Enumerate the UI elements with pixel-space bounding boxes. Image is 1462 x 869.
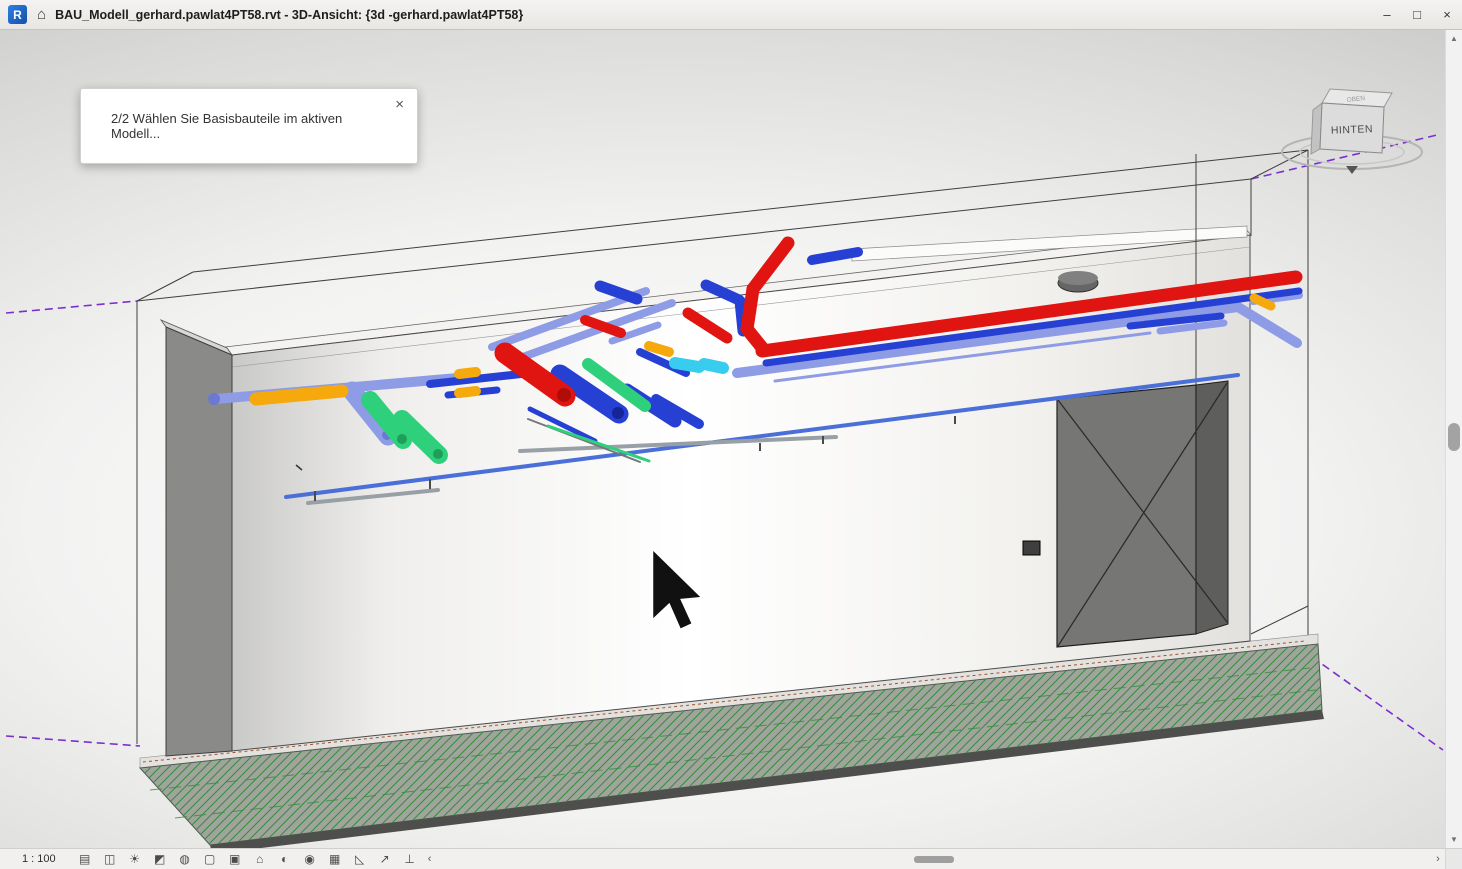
pipe-end (433, 449, 443, 459)
crop-view-icon[interactable]: ▢ (201, 853, 219, 865)
reveal-constraints-icon[interactable]: ⊥ (401, 853, 419, 865)
compass-pointer[interactable] (1346, 166, 1358, 174)
notification-close-icon[interactable]: × (395, 97, 404, 112)
junction-box[interactable] (1023, 541, 1040, 555)
vertical-scroll-thumb[interactable] (1448, 423, 1460, 451)
view-control-bar: 1 : 100 ▤ ◫ ☀ ◩ ◍ ▢ ▣ ⌂ ◐ ◉ ▦ ◺ ↗ ⊥ ‹ › (0, 848, 1462, 869)
vertical-scrollbar[interactable]: ▲ ▼ (1445, 30, 1462, 848)
temporary-hide-isolate-icon[interactable]: ◐ (276, 853, 294, 865)
displacement-sets-icon[interactable]: ↗ (376, 853, 394, 865)
close-button[interactable]: × (1432, 0, 1462, 29)
pipe-end (208, 393, 220, 405)
pipe-cap-top (1058, 271, 1098, 285)
window-controls: – □ × (1372, 0, 1462, 29)
scroll-down-icon[interactable]: ▼ (1446, 832, 1462, 847)
shadows-icon[interactable]: ◩ (151, 853, 169, 865)
revit-window: R ⌂ BAU_Modell_gerhard.pawlat4PT58.rvt -… (0, 0, 1462, 869)
revit-app-icon[interactable]: R (8, 5, 27, 24)
horizontal-scroll-track[interactable] (437, 849, 1431, 869)
analytical-model-icon[interactable]: ◺ (351, 853, 369, 865)
scale-button[interactable]: 1 : 100 (16, 853, 62, 865)
sun-path-icon[interactable]: ☀ (126, 853, 144, 865)
pipe-end (612, 407, 624, 419)
maximize-button[interactable]: □ (1402, 0, 1432, 29)
home-icon[interactable]: ⌂ (37, 7, 46, 22)
reveal-hidden-elements-icon[interactable]: ◉ (301, 853, 319, 865)
titlebar: R ⌂ BAU_Modell_gerhard.pawlat4PT58.rvt -… (0, 0, 1462, 30)
visual-style-icon[interactable]: ◫ (101, 853, 119, 865)
window-title: BAU_Modell_gerhard.pawlat4PT58.rvt - 3D-… (55, 8, 523, 22)
notification-text: 2/2 Wählen Sie Basisbauteile im aktiven … (111, 89, 417, 163)
scroll-up-icon[interactable]: ▲ (1446, 31, 1462, 46)
scrollbar-corner (1445, 849, 1462, 869)
scroll-left-icon[interactable]: ‹ (423, 853, 437, 865)
viewport-3d[interactable]: HINTEN OBEN 2/2 Wählen Sie Basisbauteile… (0, 30, 1462, 848)
notification-toast: 2/2 Wählen Sie Basisbauteile im aktiven … (80, 88, 418, 164)
lock-3d-view-icon[interactable]: ⌂ (251, 853, 269, 865)
view-control-icons: ▤ ◫ ☀ ◩ ◍ ▢ ▣ ⌂ ◐ ◉ ▦ ◺ ↗ ⊥ (76, 853, 419, 865)
door[interactable] (1057, 381, 1228, 647)
viewcube-front-label[interactable]: HINTEN (1331, 123, 1373, 136)
pipe-end (557, 388, 571, 402)
view-cube[interactable]: HINTEN OBEN (1282, 89, 1422, 174)
rendering-dialog-icon[interactable]: ◍ (176, 853, 194, 865)
pipe-end (397, 434, 407, 444)
minimize-button[interactable]: – (1372, 0, 1402, 29)
show-crop-region-icon[interactable]: ▣ (226, 853, 244, 865)
detail-level-icon[interactable]: ▤ (76, 853, 94, 865)
cyan-pipes[interactable] (675, 363, 723, 368)
return-wall-face[interactable] (166, 327, 232, 756)
scroll-right-icon[interactable]: › (1431, 853, 1445, 865)
temporary-view-properties-icon[interactable]: ▦ (326, 853, 344, 865)
horizontal-scroll-thumb[interactable] (914, 856, 954, 863)
horizontal-scrollbar[interactable]: ‹ › (423, 849, 1445, 869)
